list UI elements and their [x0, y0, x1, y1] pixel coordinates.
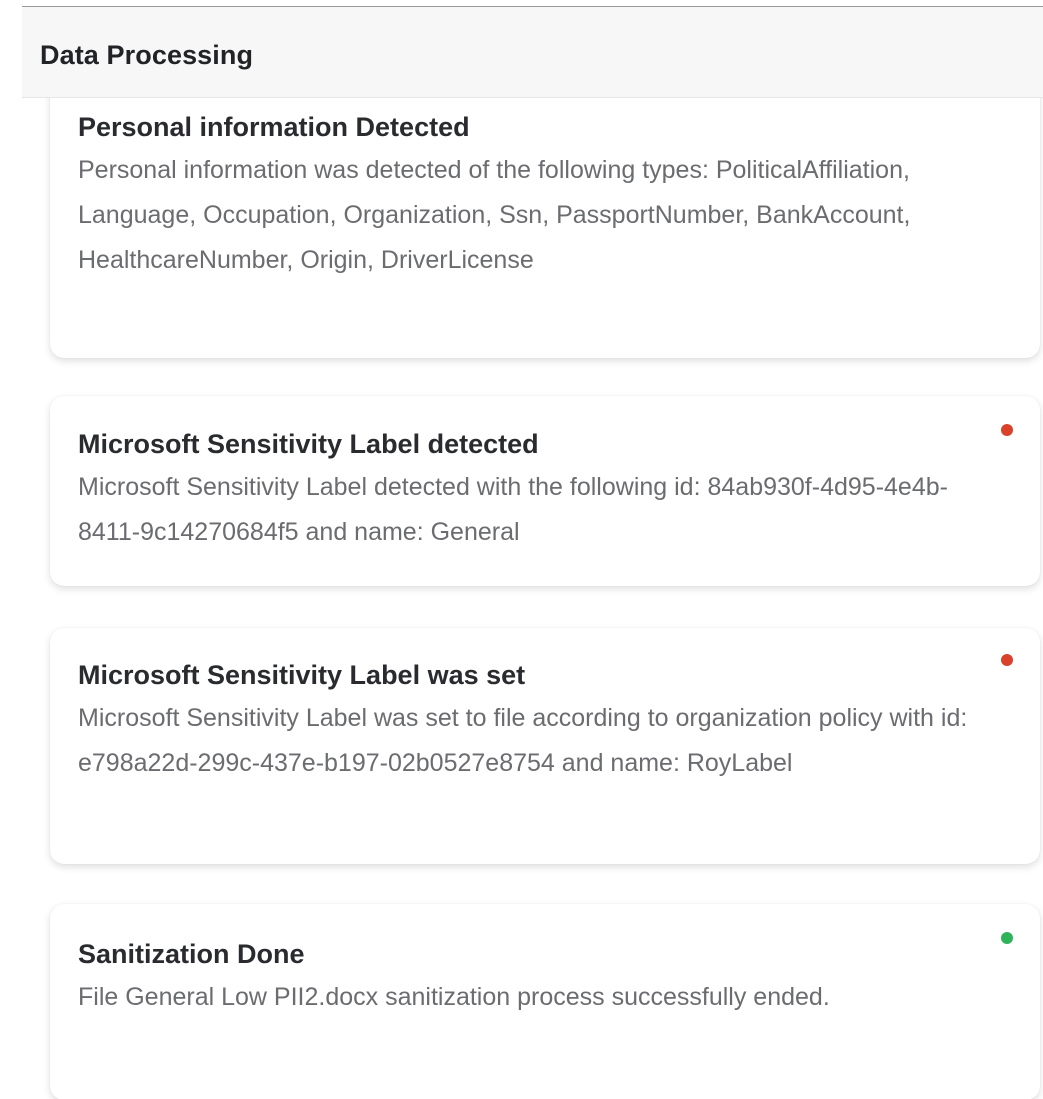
event-title: Microsoft Sensitivity Label was set [78, 660, 526, 690]
event-title: Sanitization Done [78, 939, 305, 969]
event-description: Microsoft Sensitivity Label was set to f… [78, 704, 968, 777]
event-title: Microsoft Sensitivity Label detected [78, 429, 539, 459]
data-processing-panel: Data Processing Personal information Det… [0, 0, 1043, 1099]
event-card-label-detected: Microsoft Sensitivity Label detected Mic… [50, 396, 1040, 586]
alert-status-dot [1001, 424, 1013, 436]
success-status-dot [1001, 932, 1013, 944]
event-list[interactable]: Personal information Detected Personal i… [0, 98, 1043, 1099]
event-card-personal-info: Personal information Detected Personal i… [50, 98, 1040, 358]
event-description: Microsoft Sensitivity Label detected wit… [78, 473, 948, 546]
event-title: Personal information Detected [78, 112, 470, 142]
event-description: Personal information was detected of the… [78, 156, 911, 274]
panel-header: Data Processing [22, 7, 1043, 98]
event-card-sanitization: Sanitization Done File General Low PII2.… [50, 904, 1040, 1099]
alert-status-dot [1001, 654, 1013, 666]
event-description: File General Low PII2.docx sanitization … [78, 983, 830, 1011]
panel-title: Data Processing [40, 40, 254, 70]
event-card-label-set: Microsoft Sensitivity Label was set Micr… [50, 628, 1040, 864]
